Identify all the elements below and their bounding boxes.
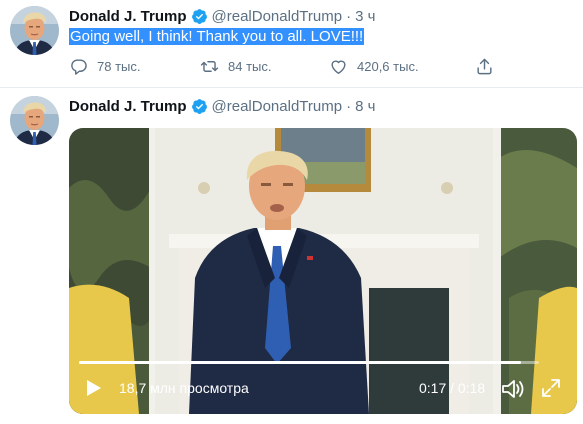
tweet-text: Going well, I think! Thank you to all. L…: [69, 27, 365, 46]
author-name[interactable]: Donald J. Trump: [69, 8, 187, 25]
reply-icon: [71, 58, 87, 75]
avatar[interactable]: [10, 96, 59, 145]
share-button[interactable]: [475, 56, 494, 76]
fullscreen-icon[interactable]: [541, 378, 561, 398]
volume-icon[interactable]: [501, 378, 525, 400]
video-controls: 18,7 млн просмотра 0:17 / 0:18: [69, 374, 577, 402]
separator-dot: ·: [346, 97, 352, 115]
retweet-icon: [200, 60, 219, 72]
share-icon: [477, 58, 492, 74]
video-player[interactable]: 18,7 млн просмотра 0:17 / 0:18: [69, 128, 577, 414]
tweet-text-content: Going well, I think! Thank you to all. L…: [69, 28, 365, 45]
tweet-header: Donald J. Trump @realDonaldTrump · 3 ч: [69, 6, 375, 26]
video-progress-fill: [79, 361, 521, 364]
tweet[interactable]: Donald J. Trump @realDonaldTrump · 3 ч G…: [0, 0, 583, 88]
tweet-time[interactable]: 3 ч: [355, 8, 375, 25]
view-count: 18,7 млн просмотра: [119, 380, 249, 396]
separator-dot: ·: [346, 7, 352, 25]
tweet[interactable]: Donald J. Trump @realDonaldTrump · 8 ч 1…: [0, 88, 583, 424]
retweet-count: 84 тыс.: [228, 58, 272, 74]
reply-button[interactable]: 78 тыс.: [69, 56, 140, 76]
author-handle[interactable]: @realDonaldTrump: [212, 98, 343, 115]
heart-icon: [331, 60, 346, 74]
tweet-time[interactable]: 8 ч: [355, 98, 375, 115]
retweet-button[interactable]: 84 тыс.: [200, 56, 271, 76]
video-time: 0:17 / 0:18: [419, 380, 486, 396]
verified-badge-icon: [191, 8, 208, 25]
video-progress-bar[interactable]: [79, 361, 539, 364]
tweet-header: Donald J. Trump @realDonaldTrump · 8 ч: [69, 96, 375, 116]
avatar[interactable]: [10, 6, 59, 55]
video-frame: [69, 128, 577, 414]
play-icon[interactable]: [83, 378, 103, 398]
like-button[interactable]: 420,6 тыс.: [329, 56, 419, 76]
reply-count: 78 тыс.: [97, 58, 141, 74]
tweet-actions: 78 тыс. 84 тыс. 420,6 тыс.: [69, 56, 499, 76]
like-count: 420,6 тыс.: [357, 58, 419, 74]
author-handle[interactable]: @realDonaldTrump: [212, 8, 343, 25]
author-name[interactable]: Donald J. Trump: [69, 98, 187, 115]
verified-badge-icon: [191, 98, 208, 115]
